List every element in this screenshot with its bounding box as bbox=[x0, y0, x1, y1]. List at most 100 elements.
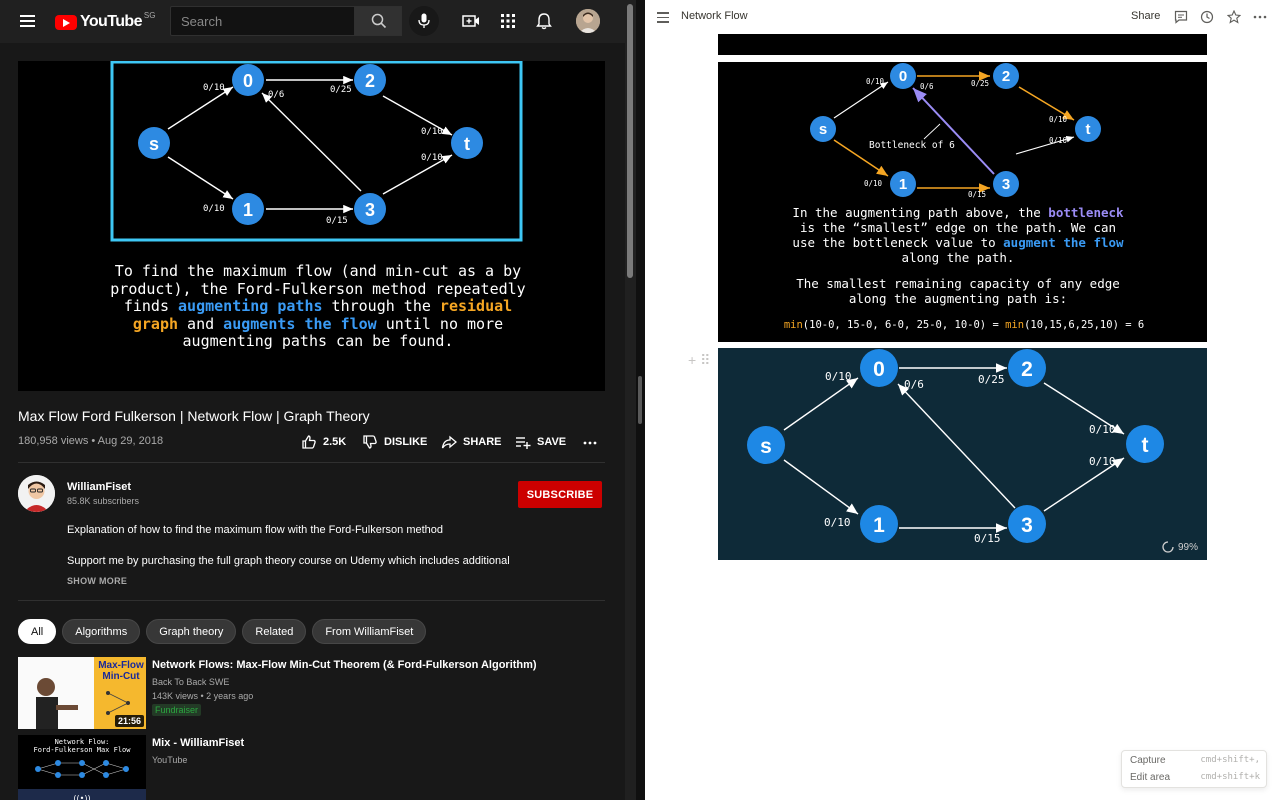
youtube-topbar: YouTube SG Search bbox=[0, 0, 625, 43]
node-label: s bbox=[760, 435, 772, 458]
sidebar-toggle-icon[interactable] bbox=[657, 12, 669, 23]
more-actions-button[interactable] bbox=[583, 434, 603, 450]
scrollbar-thumb[interactable] bbox=[627, 4, 633, 278]
edge-label: 0/10 bbox=[866, 77, 885, 86]
dislike-button[interactable]: DISLIKE bbox=[362, 434, 427, 450]
recommendation-item[interactable]: Network Flow: Ford-Fulkerson Max Flow ((… bbox=[18, 735, 608, 800]
share-button[interactable]: SHARE bbox=[441, 434, 502, 450]
menu-icon[interactable] bbox=[20, 15, 35, 27]
loading-spinner-icon bbox=[1162, 541, 1174, 553]
edge-label: 0/10 bbox=[203, 83, 225, 93]
divider bbox=[18, 600, 605, 601]
slide-text: augmenting paths can be found. bbox=[183, 332, 454, 350]
capture-option[interactable]: Capture cmd+shift+, bbox=[1130, 755, 1260, 766]
video-thumbnail[interactable]: Network Flow: Ford-Fulkerson Max Flow ((… bbox=[18, 735, 146, 800]
thumbs-up-icon bbox=[302, 435, 316, 449]
apps-grid-icon[interactable] bbox=[499, 12, 517, 30]
voice-search-button[interactable] bbox=[409, 6, 439, 36]
edit-area-option[interactable]: Edit area cmd+shift+k bbox=[1130, 772, 1260, 783]
edge-label: 0/10 bbox=[203, 204, 225, 214]
edge-label: 0/6 bbox=[904, 378, 924, 391]
chip-algorithms[interactable]: Algorithms bbox=[62, 619, 141, 644]
node-label: t bbox=[464, 134, 470, 154]
divider bbox=[18, 462, 605, 463]
chip-graph-theory[interactable]: Graph theory bbox=[146, 619, 237, 644]
video-frame-graph: 0/10 0/10 0/25 0/6 0/15 0/10 0/10 s 0 1 … bbox=[110, 60, 526, 350]
youtube-logo[interactable]: YouTube SG bbox=[55, 11, 155, 31]
chip-all[interactable]: All bbox=[18, 619, 57, 644]
recommendation-channel[interactable]: Back To Back SWE bbox=[152, 677, 229, 687]
microphone-icon bbox=[418, 13, 430, 28]
node-label: 2 bbox=[1021, 358, 1033, 381]
show-more-button[interactable]: SHOW MORE bbox=[67, 576, 127, 586]
image-block[interactable]: 0/10 0/10 0/25 0/6 0/15 0/10 0/10 s 0 1 … bbox=[718, 348, 1207, 560]
favorite-star-icon[interactable] bbox=[1227, 10, 1241, 24]
notifications-bell-icon[interactable] bbox=[535, 12, 553, 30]
node-label: t bbox=[1086, 121, 1091, 138]
node-label: 0 bbox=[899, 68, 907, 85]
slide-formula: min(10-0, 15-0, 6-0, 25-0, 10-0) = min(1… bbox=[784, 319, 1144, 331]
slide-text: use the bottleneck value to augment the … bbox=[792, 235, 1124, 250]
create-video-icon[interactable] bbox=[462, 12, 480, 30]
node-label: 1 bbox=[899, 176, 907, 193]
edge-label: 0/25 bbox=[978, 373, 1005, 386]
edge-label: 0/15 bbox=[974, 532, 1001, 545]
node-label: 0 bbox=[873, 358, 885, 381]
like-button[interactable]: 2.5K bbox=[301, 434, 346, 450]
account-avatar[interactable] bbox=[576, 9, 600, 33]
bottleneck-label: Bottleneck of 6 bbox=[869, 140, 955, 151]
block-drag-handle-icon[interactable]: + ⠿ bbox=[688, 352, 710, 369]
edge-label: 0/10 bbox=[421, 127, 443, 137]
channel-subscribers: 85.8K subscribers bbox=[67, 496, 140, 506]
video-description-line: Explanation of how to find the maximum f… bbox=[67, 524, 444, 536]
share-button[interactable]: Share bbox=[1131, 10, 1160, 22]
search-button[interactable] bbox=[354, 6, 402, 36]
chip-related[interactable]: Related bbox=[242, 619, 307, 644]
slide-text: product), the Ford-Fulkerson method repe… bbox=[110, 280, 525, 298]
slide-text: To find the maximum flow (and min-cut as… bbox=[115, 262, 521, 280]
page-title[interactable]: Network Flow bbox=[681, 10, 748, 22]
edge-label: 0/6 bbox=[920, 82, 934, 91]
slide-text: In the augmenting path above, the bottle… bbox=[792, 205, 1124, 220]
recommendation-title[interactable]: Mix - WilliamFiset bbox=[152, 737, 244, 749]
recommendation-title[interactable]: Network Flows: Max-Flow Min-Cut Theorem … bbox=[152, 659, 537, 671]
node-label: 3 bbox=[365, 200, 375, 220]
history-clock-icon[interactable] bbox=[1200, 10, 1214, 24]
splitter-grip[interactable] bbox=[638, 376, 642, 424]
thumbs-down-icon bbox=[363, 435, 377, 449]
video-thumbnail[interactable]: Max-Flow Min-Cut 21:56 bbox=[18, 657, 146, 729]
recommendation-channel[interactable]: YouTube bbox=[152, 755, 187, 765]
subscribe-button[interactable]: SUBSCRIBE bbox=[518, 481, 602, 508]
share-arrow-icon bbox=[441, 435, 457, 449]
save-button[interactable]: SAVE bbox=[515, 434, 566, 450]
slide-text: graph and augments the flow until no mor… bbox=[133, 315, 503, 333]
search-input[interactable]: Search bbox=[170, 6, 355, 36]
channel-name[interactable]: WilliamFiset bbox=[67, 481, 131, 493]
edge-label: 0/10 bbox=[421, 153, 443, 163]
slide-graph-large: 0/10 0/10 0/25 0/6 0/15 0/10 0/10 s 0 1 … bbox=[747, 349, 1164, 545]
edge-label: 0/6 bbox=[268, 90, 284, 100]
slide-bottleneck-graph: 0/10 0/10 0/25 0/6 0/15 0/10 0/10 Bottle… bbox=[784, 63, 1144, 331]
pane-splitter[interactable] bbox=[636, 0, 645, 800]
edge-label: 0/25 bbox=[971, 79, 989, 88]
edge-label: 0/10 bbox=[1049, 115, 1068, 124]
image-block[interactable]: 0/10 0/10 0/25 0/6 0/15 0/10 0/10 Bottle… bbox=[718, 62, 1207, 342]
edge-label: 0/10 bbox=[1089, 423, 1116, 436]
video-description-line: Support me by purchasing the full graph … bbox=[67, 555, 510, 567]
node-label: 1 bbox=[873, 514, 885, 537]
comment-icon[interactable] bbox=[1174, 10, 1188, 24]
notion-pane: Network Flow Share 0/10 0/10 0/25 0/6 0/… bbox=[645, 0, 1280, 800]
thumbnail-text: Min-Cut bbox=[102, 671, 140, 682]
node-label: s bbox=[149, 134, 159, 154]
channel-avatar[interactable] bbox=[18, 475, 55, 512]
node-label: 1 bbox=[243, 200, 253, 220]
more-options-icon[interactable] bbox=[1253, 10, 1267, 24]
image-block[interactable] bbox=[718, 34, 1207, 55]
node-label: s bbox=[819, 121, 827, 138]
chip-from-williamfiset[interactable]: From WilliamFiset bbox=[312, 619, 427, 644]
recommendation-item[interactable]: Max-Flow Min-Cut 21:56 Network Flows: Ma… bbox=[18, 657, 608, 729]
slide-text: finds augmenting paths through the resid… bbox=[124, 297, 512, 315]
edge-label: 0/10 bbox=[1049, 136, 1068, 145]
upload-progress: 99% bbox=[1162, 541, 1198, 553]
video-player[interactable]: 0/10 0/10 0/25 0/6 0/15 0/10 0/10 s 0 1 … bbox=[18, 60, 605, 391]
